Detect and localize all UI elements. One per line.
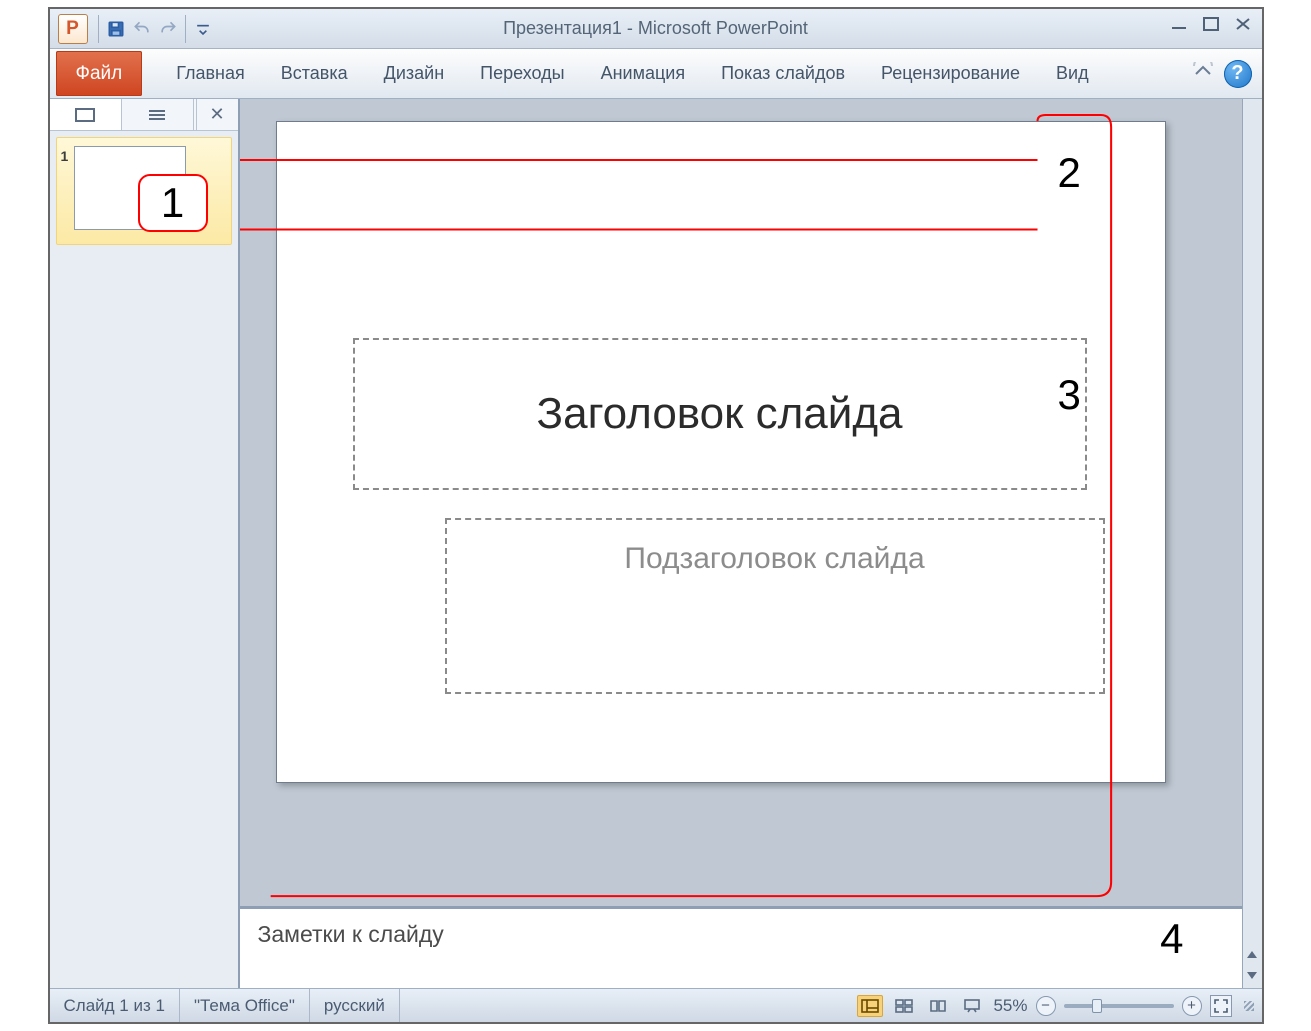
- save-icon[interactable]: [103, 16, 129, 42]
- tab-insert[interactable]: Вставка: [265, 49, 364, 98]
- slides-tab-icon[interactable]: [50, 99, 122, 130]
- notes-pane[interactable]: Заметки к слайду 4: [240, 906, 1242, 988]
- qat-separator: [98, 15, 99, 43]
- tab-home[interactable]: Главная: [160, 49, 261, 98]
- thumbnail-number: 1: [61, 146, 69, 230]
- panel-close-icon[interactable]: ✕: [196, 99, 238, 130]
- zoom-in-button[interactable]: +: [1182, 996, 1202, 1016]
- title-bar: P Презентация1 - Microsoft PowerPoint: [50, 9, 1262, 49]
- qat-customize-icon[interactable]: [190, 16, 216, 42]
- workspace: ✕ 1 Заголовок слайда Подзаголовок слайда: [50, 99, 1262, 988]
- subtitle-placeholder[interactable]: Подзаголовок слайда: [445, 518, 1105, 694]
- tab-animations[interactable]: Анимация: [585, 49, 702, 98]
- help-icon[interactable]: ?: [1224, 60, 1252, 88]
- slide-panel: ✕ 1: [50, 99, 240, 988]
- status-slide-counter[interactable]: Слайд 1 из 1: [50, 989, 180, 1022]
- zoom-value[interactable]: 55%: [993, 996, 1027, 1016]
- zoom-out-button[interactable]: −: [1036, 996, 1056, 1016]
- zoom-slider[interactable]: [1064, 1004, 1174, 1008]
- maximize-button[interactable]: [1198, 13, 1224, 35]
- reading-view-icon[interactable]: [925, 995, 951, 1017]
- slide-canvas[interactable]: Заголовок слайда Подзаголовок слайда: [276, 121, 1166, 783]
- vertical-scrollbar[interactable]: [1242, 99, 1262, 988]
- normal-view-icon[interactable]: [857, 995, 883, 1017]
- window-title: Презентация1 - Microsoft PowerPoint: [50, 18, 1262, 39]
- resize-grip-icon[interactable]: [1244, 1001, 1254, 1011]
- fit-to-window-icon[interactable]: [1210, 995, 1232, 1017]
- status-theme[interactable]: "Тема Office": [180, 989, 310, 1022]
- minimize-ribbon-icon[interactable]: [1192, 62, 1214, 85]
- slide-sorter-icon[interactable]: [891, 995, 917, 1017]
- tab-design[interactable]: Дизайн: [368, 49, 461, 98]
- zoom-slider-thumb[interactable]: [1092, 999, 1102, 1013]
- undo-icon[interactable]: [129, 16, 155, 42]
- minimize-button[interactable]: [1166, 13, 1192, 35]
- slideshow-view-icon[interactable]: [959, 995, 985, 1017]
- status-language[interactable]: русский: [310, 989, 400, 1022]
- qat-separator2: [185, 15, 186, 43]
- app-icon[interactable]: P: [58, 14, 88, 44]
- title-placeholder[interactable]: Заголовок слайда: [353, 338, 1087, 490]
- scroll-up-icon[interactable]: [1245, 948, 1259, 962]
- ribbon-tabs: Файл Главная Вставка Дизайн Переходы Ани…: [50, 49, 1262, 99]
- app-window: P Презентация1 - Microsoft PowerPoint: [48, 7, 1264, 1024]
- canvas-area[interactable]: Заголовок слайда Подзаголовок слайда 2 3: [240, 99, 1242, 906]
- callout-4: 4: [1160, 915, 1183, 963]
- tab-slideshow[interactable]: Показ слайдов: [705, 49, 861, 98]
- tab-transitions[interactable]: Переходы: [464, 49, 580, 98]
- outline-tab-icon[interactable]: [122, 99, 194, 130]
- redo-icon[interactable]: [155, 16, 181, 42]
- callout-1: 1: [138, 174, 208, 232]
- tab-view[interactable]: Вид: [1040, 49, 1105, 98]
- file-tab[interactable]: Файл: [56, 51, 143, 96]
- notes-placeholder: Заметки к слайду: [258, 921, 444, 948]
- editor-area: Заголовок слайда Подзаголовок слайда 2 3: [240, 99, 1242, 988]
- status-bar: Слайд 1 из 1 "Тема Office" русский 55% −…: [50, 988, 1262, 1022]
- tab-review[interactable]: Рецензирование: [865, 49, 1036, 98]
- scroll-down-icon[interactable]: [1245, 968, 1259, 982]
- close-button[interactable]: [1230, 13, 1256, 35]
